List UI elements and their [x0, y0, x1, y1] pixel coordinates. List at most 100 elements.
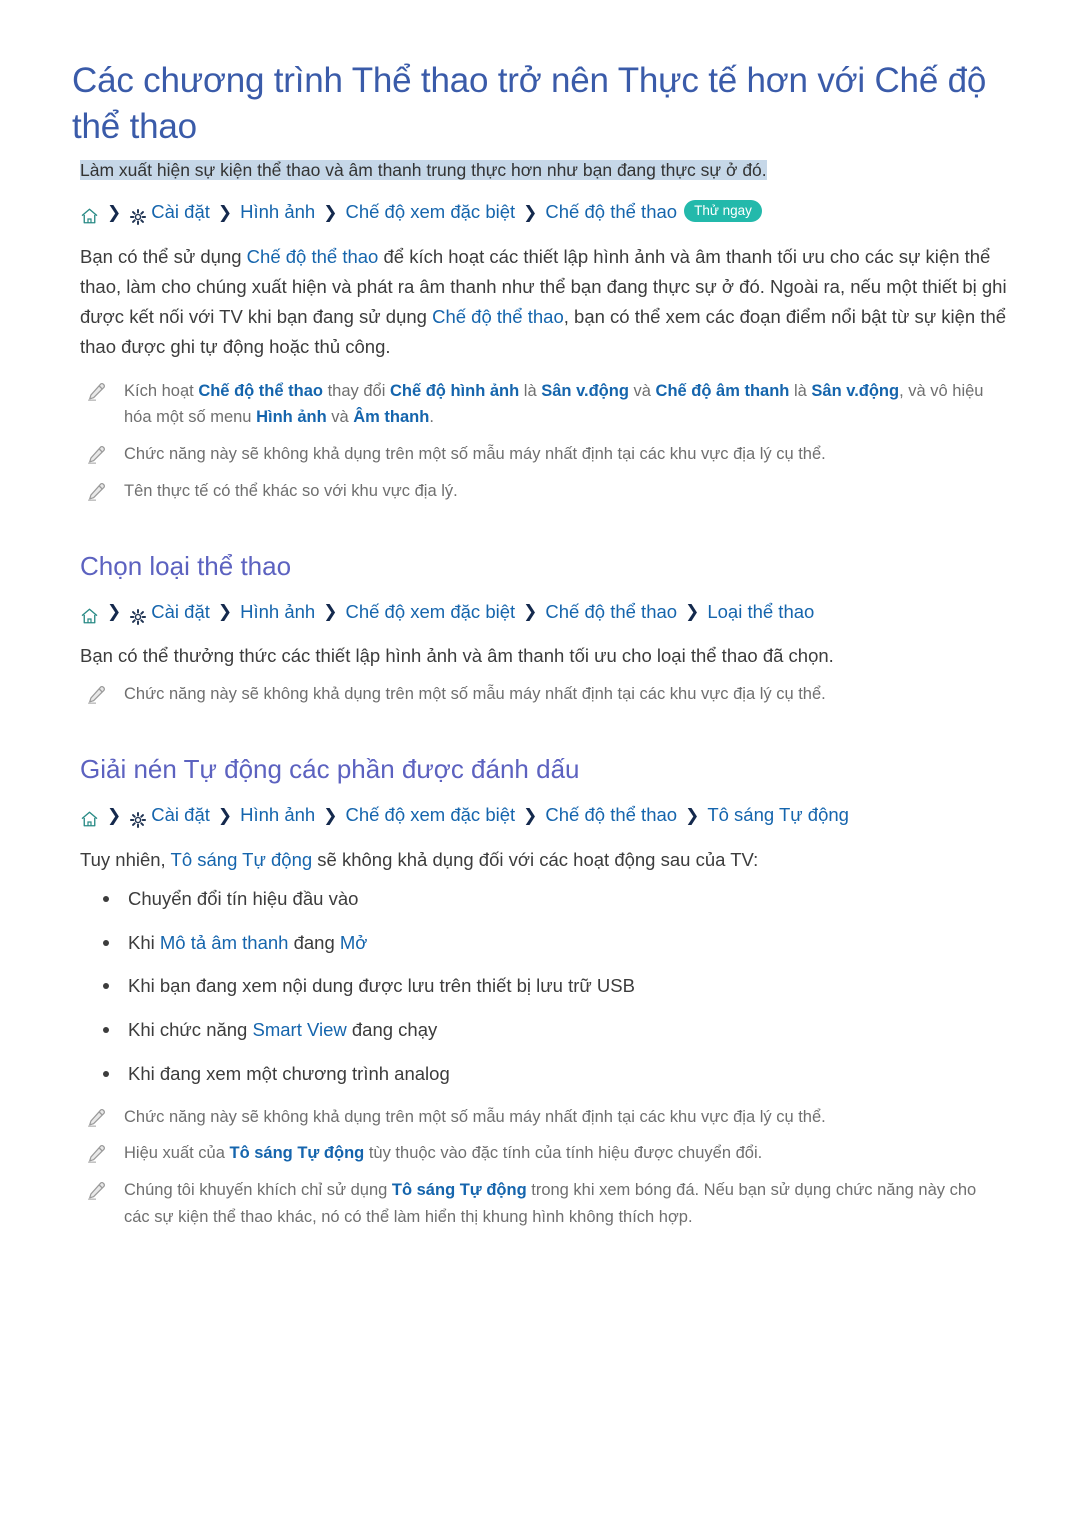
- inline-link[interactable]: Chế độ hình ảnh: [390, 382, 519, 400]
- breadcrumb-item[interactable]: Loại thể thao: [707, 598, 814, 626]
- inline-text: Tên thực tế có thể khác so với khu vực đ…: [124, 481, 458, 500]
- pencil-icon: [86, 685, 106, 705]
- breadcrumb-item[interactable]: Chế độ xem đặc biệt: [345, 801, 515, 829]
- inline-text: Chúng tôi khuyến khích chỉ sử dụng: [124, 1181, 392, 1200]
- breadcrumb-item[interactable]: Hình ảnh: [240, 198, 315, 226]
- inline-link[interactable]: Tô sáng Tự động: [392, 1181, 527, 1199]
- chevron-right-icon: ❯: [323, 805, 338, 825]
- subtitle-container: Làm xuất hiện sự kiện thể thao và âm tha…: [80, 157, 1020, 184]
- breadcrumb-item[interactable]: Cài đặt: [151, 198, 210, 226]
- inline-text: Chuyển đổi tín hiệu đầu vào: [128, 887, 359, 909]
- note-text: Chức năng này sẽ không khả dụng trên một…: [124, 441, 826, 468]
- section3-link-auto-highlight[interactable]: Tô sáng Tự động: [171, 849, 313, 870]
- note-item: Tên thực tế có thể khác so với khu vực đ…: [86, 478, 1020, 505]
- inline-text: Chức năng này sẽ không khả dụng trên một…: [124, 685, 826, 704]
- note-text: Hiệu xuất của Tô sáng Tự động tùy thuộc …: [124, 1140, 762, 1167]
- inline-text: .: [429, 408, 434, 427]
- home-icon[interactable]: [80, 605, 99, 624]
- try-now-badge[interactable]: Thử ngay: [684, 199, 762, 223]
- page-subtitle: Làm xuất hiện sự kiện thể thao và âm tha…: [80, 160, 767, 180]
- chevron-right-icon: ❯: [323, 602, 338, 622]
- breadcrumb-item[interactable]: Cài đặt: [151, 801, 210, 829]
- breadcrumb-item[interactable]: Chế độ thể thao: [545, 801, 677, 829]
- inline-link[interactable]: Tô sáng Tự động: [229, 1144, 364, 1162]
- note-text: Kích hoạt Chế độ thể thao thay đổi Chế đ…: [124, 378, 1002, 431]
- breadcrumb-item[interactable]: Hình ảnh: [240, 801, 315, 829]
- chevron-right-icon: ❯: [685, 805, 700, 825]
- pencil-icon: [86, 1181, 106, 1201]
- breadcrumb-item[interactable]: Tô sáng Tự động: [707, 801, 849, 829]
- chevron-right-icon: ❯: [107, 602, 122, 622]
- inline-text: Khi chức năng: [128, 1019, 253, 1041]
- chevron-right-icon: ❯: [523, 602, 538, 622]
- chevron-right-icon: ❯: [323, 202, 338, 222]
- chevron-right-icon: ❯: [217, 602, 233, 622]
- breadcrumb-item[interactable]: Cài đặt: [151, 598, 210, 626]
- gear-icon[interactable]: [129, 809, 147, 829]
- pencil-icon: [86, 1144, 106, 1164]
- list-item: Khi bạn đang xem nội dung được lưu trên …: [72, 972, 1020, 1000]
- list-item: Khi chức năng Smart View đang chạy: [72, 1016, 1020, 1044]
- home-icon[interactable]: [80, 808, 99, 827]
- chevron-right-icon: ❯: [685, 602, 700, 622]
- note-item: Kích hoạt Chế độ thể thao thay đổi Chế đ…: [86, 378, 1020, 431]
- inline-text: là: [519, 381, 542, 400]
- home-icon[interactable]: [80, 205, 99, 224]
- breadcrumb-item[interactable]: Chế độ xem đặc biệt: [345, 598, 515, 626]
- section3-notes-list: Chức năng này sẽ không khả dụng trên một…: [72, 1104, 1020, 1231]
- breadcrumb-auto-highlight: ❯ Cài đặt ❯ Hình ảnh ❯ Chế độ xem đặc biệt ❯ Ch…: [80, 801, 1020, 829]
- breadcrumb-item[interactable]: Chế độ thể thao: [545, 598, 677, 626]
- chevron-right-icon: ❯: [107, 202, 122, 222]
- inline-link[interactable]: Mở: [340, 932, 368, 953]
- intro-link-sports-mode-2[interactable]: Chế độ thể thao: [432, 306, 564, 327]
- note-item: Chúng tôi khuyến khích chỉ sử dụng Tô sá…: [86, 1177, 1020, 1230]
- inline-link[interactable]: Sân v.động: [811, 382, 899, 400]
- gear-icon[interactable]: [129, 206, 147, 226]
- pencil-icon: [86, 382, 106, 402]
- inline-link[interactable]: Smart View: [253, 1019, 347, 1040]
- breadcrumb-item[interactable]: Chế độ xem đặc biệt: [345, 198, 515, 226]
- chevron-right-icon: ❯: [217, 202, 233, 222]
- pencil-icon: [86, 482, 106, 502]
- note-text: Chức năng này sẽ không khả dụng trên một…: [124, 681, 826, 708]
- document-page: Các chương trình Thể thao trở nên Thực t…: [0, 0, 1080, 1527]
- unavailable-operations-list: Chuyển đổi tín hiệu đầu vào Khi Mô tả âm …: [72, 885, 1020, 1088]
- list-item: Chuyển đổi tín hiệu đầu vào: [72, 885, 1020, 913]
- section3-lead-b: sẽ không khả dụng đối với các hoạt động …: [312, 849, 759, 870]
- section2-paragraph: Bạn có thể thưởng thức các thiết lập hìn…: [80, 645, 834, 667]
- pencil-icon: [86, 445, 106, 465]
- breadcrumb-sport-type: ❯ Cài đặt ❯ Hình ảnh ❯ Chế độ xem đặc biệt ❯ Ch…: [80, 598, 1020, 626]
- inline-link[interactable]: Âm thanh: [353, 408, 429, 426]
- inline-text: Chức năng này sẽ không khả dụng trên một…: [124, 1107, 826, 1126]
- intro-paragraph: Bạn có thể sử dụng Chế độ thể thao để kí…: [80, 242, 1020, 362]
- inline-text: Khi: [128, 931, 160, 953]
- inline-text: và: [628, 381, 656, 400]
- inline-link[interactable]: Hình ảnh: [256, 408, 327, 426]
- note-item: Chức năng này sẽ không khả dụng trên một…: [86, 441, 1020, 468]
- breadcrumb-item[interactable]: Hình ảnh: [240, 598, 315, 626]
- breadcrumb: ❯ Cài đặt ❯ Hình ảnh ❯ Chế độ xem đặc biệt ❯ Ch…: [80, 198, 1020, 226]
- gear-icon[interactable]: [129, 606, 147, 625]
- inline-text: tùy thuộc vào đặc tính của tính hiệu đượ…: [364, 1144, 763, 1163]
- inline-text: Kích hoạt: [124, 381, 199, 400]
- note-text: Chúng tôi khuyến khích chỉ sử dụng Tô sá…: [124, 1177, 1002, 1230]
- list-item: Khi đang xem một chương trình analog: [72, 1060, 1020, 1088]
- chevron-right-icon: ❯: [217, 805, 233, 825]
- inline-link[interactable]: Mô tả âm thanh: [160, 932, 289, 953]
- inline-text: Khi bạn đang xem nội dung được lưu trên …: [128, 975, 635, 997]
- inline-link[interactable]: Sân v.động: [541, 382, 629, 400]
- chevron-right-icon: ❯: [523, 202, 538, 222]
- breadcrumb-item[interactable]: Chế độ thể thao: [545, 198, 677, 226]
- note-item: Chức năng này sẽ không khả dụng trên một…: [86, 1104, 1020, 1131]
- inline-text: Khi đang xem một chương trình analog: [128, 1062, 450, 1084]
- chevron-right-icon: ❯: [107, 805, 122, 825]
- note-text: Chức năng này sẽ không khả dụng trên một…: [124, 1104, 826, 1131]
- inline-link[interactable]: Chế độ âm thanh: [656, 382, 790, 400]
- section2-notes-list: Chức năng này sẽ không khả dụng trên một…: [72, 681, 1020, 708]
- inline-link[interactable]: Chế độ thể thao: [198, 382, 323, 400]
- inline-text: Chức năng này sẽ không khả dụng trên một…: [124, 445, 826, 464]
- section-title-auto-highlight: Giải nén Tự động các phần được đánh dấu: [80, 754, 580, 785]
- note-item: Hiệu xuất của Tô sáng Tự động tùy thuộc …: [86, 1140, 1020, 1167]
- inline-text: thay đổi: [322, 381, 390, 400]
- intro-link-sports-mode-1[interactable]: Chế độ thể thao: [247, 246, 379, 267]
